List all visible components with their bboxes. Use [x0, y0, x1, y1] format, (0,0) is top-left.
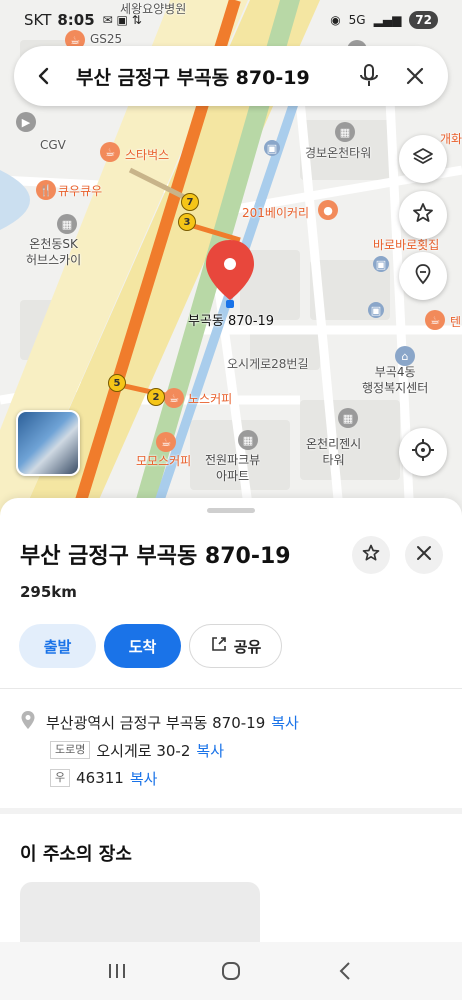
share-icon [210, 635, 228, 657]
recent-apps-button[interactable] [97, 951, 137, 991]
place-detail-sheet: 부산 금정구 부곡동 870-19 295km 출발 도착 공유 부산광역시 금… [0, 498, 462, 942]
status-bar: SKT 8:05 ✉ ▣ ⇅ ◉ 5G ▂▄▆ 72 [0, 0, 462, 40]
map-label-bakery201: 201베이커리 [242, 206, 310, 220]
address-block: 부산광역시 금정구 부곡동 870-19 복사 도로명 오시게로 30-2 복사… [20, 708, 442, 792]
map-label-bugok4: 부곡4동 행정복지센터 [362, 365, 429, 395]
favorites-button[interactable] [399, 191, 447, 239]
action-buttons: 출발 도착 공유 [19, 624, 282, 668]
home-button[interactable] [211, 951, 251, 991]
place-card-placeholder[interactable] [20, 882, 260, 942]
bus-stop-icon: ▣ [264, 140, 280, 156]
search-bar[interactable]: 부산 금정구 부곡동 870-19 [14, 46, 448, 106]
close-sheet-button[interactable] [405, 536, 443, 574]
system-nav-bar [0, 942, 462, 1000]
map-label-gyeongbo: 경보온천타워 [305, 146, 372, 160]
map-label-kyookyoo: 큐우큐우 [58, 184, 103, 198]
5g-icon: 5G [348, 13, 366, 27]
clock: 8:05 [57, 11, 95, 29]
location-status-icon: ◉ [330, 13, 341, 27]
postal-code: 46311 [76, 769, 124, 787]
cafe-icon: ☕ [156, 432, 176, 452]
postal-code-tag: 우 [50, 769, 71, 787]
copy-road-address-link[interactable]: 복사 [196, 740, 224, 761]
carrier-label: SKT [24, 11, 52, 29]
clear-search-icon[interactable] [398, 59, 432, 93]
map-label-jeonwon: 전원파크뷰 아파트 [205, 453, 261, 483]
map-label-cgv: CGV [40, 138, 66, 152]
cafe-icon: ☕ [164, 388, 184, 408]
bakery-icon: ● [318, 200, 338, 220]
map-label-nose-coffee: 노스커피 [188, 392, 233, 406]
back-arrow-icon[interactable] [30, 62, 58, 90]
full-address: 부산광역시 금정구 부곡동 870-19 [46, 713, 266, 732]
bus-stop-icon: ▣ [368, 302, 384, 318]
share-button[interactable]: 공유 [189, 624, 282, 668]
copy-address-link[interactable]: 복사 [271, 712, 299, 733]
share-label: 공유 [233, 637, 262, 656]
section-separator [0, 808, 462, 814]
layers-icon [411, 145, 435, 173]
layers-button[interactable] [399, 135, 447, 183]
sheet-drag-handle[interactable] [207, 508, 255, 513]
bus-stop-icon: ▣ [373, 256, 389, 272]
map-label-barobaro: 바로바로횟집 [373, 238, 440, 252]
building-icon: ▦ [57, 214, 77, 234]
cafe-icon: ☕ [100, 142, 120, 162]
map-label-oncheon: 온천리젠시 타워 [306, 437, 362, 467]
apartment-icon: ▦ [238, 430, 258, 450]
road-address-row: 도로명 오시게로 30-2 복사 [20, 736, 442, 764]
map-label-skhub: 온천동SK 허브스카이 [26, 237, 82, 267]
metro-line-badge: 3 [178, 213, 196, 231]
signal-icon: ▂▄▆ [373, 13, 402, 27]
postal-code-row: 우 46311 복사 [20, 764, 442, 792]
map-label-road28: 오시게로28번길 [227, 357, 309, 371]
close-icon [416, 545, 432, 565]
map-label-momos-coffee: 모모스커피 [136, 454, 192, 468]
government-office-icon: ⌂ [395, 346, 415, 366]
cafe-icon: ☕ [425, 310, 445, 330]
restaurant-icon: 🍴 [36, 180, 56, 200]
copy-postal-code-link[interactable]: 복사 [130, 768, 158, 789]
road-address: 오시게로 30-2 [96, 741, 191, 760]
building-icon: ▦ [335, 122, 355, 142]
start-button[interactable]: 출발 [19, 624, 96, 668]
crosshair-icon [410, 437, 436, 467]
search-query[interactable]: 부산 금정구 부곡동 870-19 [76, 63, 340, 90]
my-location-button[interactable] [399, 428, 447, 476]
favorite-button[interactable] [352, 536, 390, 574]
map-label-gaehwa: 개화 [440, 132, 462, 146]
metro-line-badge: 7 [181, 193, 199, 211]
pin-label: 부곡동 870-19 [188, 314, 275, 329]
places-section-title: 이 주소의 장소 [20, 844, 132, 865]
battery-indicator: 72 [409, 11, 438, 29]
microphone-icon[interactable] [352, 59, 386, 93]
place-title: 부산 금정구 부곡동 870-19 [20, 544, 291, 569]
address-row: 부산광역시 금정구 부곡동 870-19 복사 [20, 708, 442, 736]
notification-icons: ✉ ▣ ⇅ [102, 13, 142, 27]
metro-line-badge: 5 [108, 374, 126, 392]
map-label-ten: 텐 [450, 315, 462, 329]
distance-label: 295km [20, 583, 77, 601]
metro-line-badge: 2 [147, 388, 165, 406]
road-address-tag: 도로명 [50, 741, 91, 759]
marker-outline-icon [411, 262, 435, 290]
arrive-button[interactable]: 도착 [104, 624, 181, 668]
map-label-starbucks: 스타벅스 [125, 148, 170, 162]
theater-icon: ▶ [16, 112, 36, 132]
back-button[interactable] [325, 951, 365, 991]
place-marker-button[interactable] [399, 252, 447, 300]
location-pin-icon [20, 710, 36, 734]
star-icon [411, 201, 435, 229]
star-icon [361, 543, 381, 567]
roadview-thumbnail[interactable] [16, 410, 80, 476]
divider [0, 688, 462, 689]
building-icon: ▦ [338, 408, 358, 428]
